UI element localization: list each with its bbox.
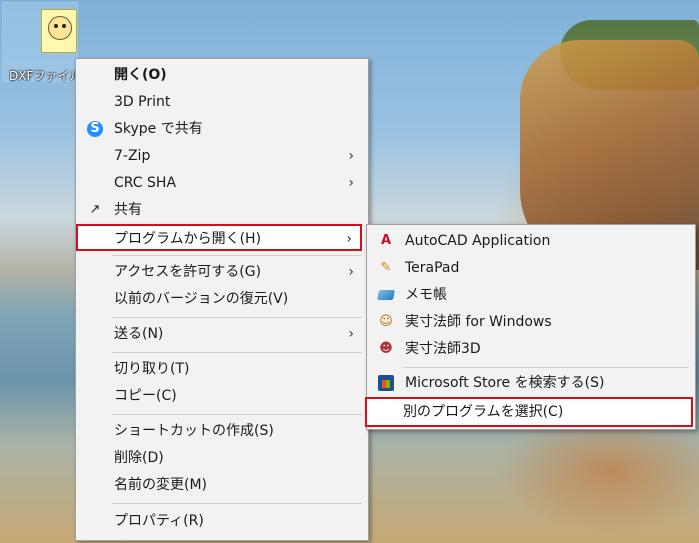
chevron-right-icon: › — [346, 231, 352, 247]
menu-item-label: アクセスを許可する(G) — [114, 264, 262, 280]
desktop-file-icon[interactable]: DXFファイル — [2, 2, 79, 83]
autocad-icon: A — [380, 233, 392, 248]
terapad-icon: ✎ — [380, 260, 392, 275]
skype-icon: S — [87, 121, 103, 137]
menu-item-label: 別のプログラムを選択(C) — [403, 404, 564, 420]
menu-item-restore-previous[interactable]: 以前のバージョンの復元(V) — [78, 286, 366, 313]
menu-item-label: 削除(D) — [114, 450, 164, 466]
notepad-icon — [376, 290, 396, 300]
submenu-item-store-search[interactable]: Microsoft Store を検索する(S) — [369, 370, 693, 397]
jissun-houshi-3d-icon: ☻ — [379, 341, 393, 356]
menu-item-crc-sha[interactable]: CRC SHA › — [78, 170, 366, 197]
menu-item-label: ショートカットの作成(S) — [114, 423, 274, 439]
menu-separator — [112, 414, 362, 415]
menu-item-skype-share[interactable]: S Skype で共有 — [78, 116, 366, 143]
menu-separator — [112, 503, 362, 504]
menu-item-label: 開く(O) — [114, 67, 167, 83]
menu-item-create-shortcut[interactable]: ショートカットの作成(S) — [78, 418, 366, 445]
submenu-item-jissun-houshi[interactable]: ☺ 実寸法師 for Windows — [369, 309, 693, 336]
submenu-item-choose-another-app[interactable]: 別のプログラムを選択(C) — [365, 397, 693, 427]
menu-item-label: Microsoft Store を検索する(S) — [405, 375, 605, 391]
menu-item-label: 名前の変更(M) — [114, 477, 208, 493]
chevron-right-icon: › — [348, 264, 354, 280]
menu-item-share[interactable]: ↗ 共有 — [78, 197, 366, 224]
menu-item-label: メモ帳 — [405, 287, 447, 303]
menu-item-label: CRC SHA — [114, 175, 177, 191]
menu-item-label: 送る(N) — [114, 326, 164, 342]
menu-item-label: プロパティ(R) — [114, 513, 204, 529]
menu-item-label: Skype で共有 — [114, 121, 203, 137]
menu-item-label: 切り取り(T) — [114, 361, 190, 377]
menu-item-3d-print[interactable]: 3D Print — [78, 89, 366, 116]
menu-item-label: 実寸法師3D — [405, 341, 481, 357]
file-mascot-icon — [48, 16, 72, 40]
menu-item-open[interactable]: 開く(O) — [78, 62, 366, 89]
menu-item-label: TeraPad — [405, 260, 460, 276]
desktop-file-label: DXFファイル — [9, 69, 79, 83]
menu-item-properties[interactable]: プロパティ(R) — [78, 508, 366, 535]
menu-item-label: コピー(C) — [114, 388, 177, 404]
submenu-item-notepad[interactable]: メモ帳 — [369, 282, 693, 309]
menu-item-send-to[interactable]: 送る(N) › — [78, 321, 366, 348]
share-icon: ↗ — [89, 202, 101, 217]
menu-item-open-with[interactable]: プログラムから開く(H) › — [76, 224, 362, 251]
menu-item-rename[interactable]: 名前の変更(M) — [78, 472, 366, 499]
open-with-submenu: A AutoCAD Application ✎ TeraPad メモ帳 ☺ 実寸… — [365, 224, 696, 430]
menu-item-label: 実寸法師 for Windows — [405, 314, 552, 330]
menu-item-label: プログラムから開く(H) — [114, 231, 262, 247]
menu-item-delete[interactable]: 削除(D) — [78, 445, 366, 472]
chevron-right-icon: › — [348, 148, 354, 164]
menu-separator — [112, 352, 362, 353]
submenu-item-jissun-houshi-3d[interactable]: ☻ 実寸法師3D — [369, 336, 693, 363]
menu-item-label: AutoCAD Application — [405, 233, 551, 249]
menu-separator — [112, 255, 362, 256]
jissun-houshi-icon: ☺ — [379, 314, 393, 329]
menu-item-give-access[interactable]: アクセスを許可する(G) › — [78, 259, 366, 286]
chevron-right-icon: › — [348, 175, 354, 191]
menu-item-copy[interactable]: コピー(C) — [78, 383, 366, 410]
microsoft-store-icon — [378, 375, 394, 391]
context-menu: 開く(O) 3D Print S Skype で共有 7-Zip › CRC S… — [75, 58, 369, 541]
chevron-right-icon: › — [348, 326, 354, 342]
menu-separator — [112, 317, 362, 318]
menu-item-label: 共有 — [114, 202, 142, 218]
menu-item-label: 3D Print — [114, 94, 171, 110]
menu-separator — [403, 367, 689, 368]
menu-item-label: 以前のバージョンの復元(V) — [114, 291, 289, 307]
submenu-item-terapad[interactable]: ✎ TeraPad — [369, 255, 693, 282]
dxf-file-icon — [41, 9, 77, 53]
submenu-item-autocad[interactable]: A AutoCAD Application — [369, 228, 693, 255]
menu-item-7zip[interactable]: 7-Zip › — [78, 143, 366, 170]
menu-item-cut[interactable]: 切り取り(T) — [78, 356, 366, 383]
menu-item-label: 7-Zip — [114, 148, 151, 164]
